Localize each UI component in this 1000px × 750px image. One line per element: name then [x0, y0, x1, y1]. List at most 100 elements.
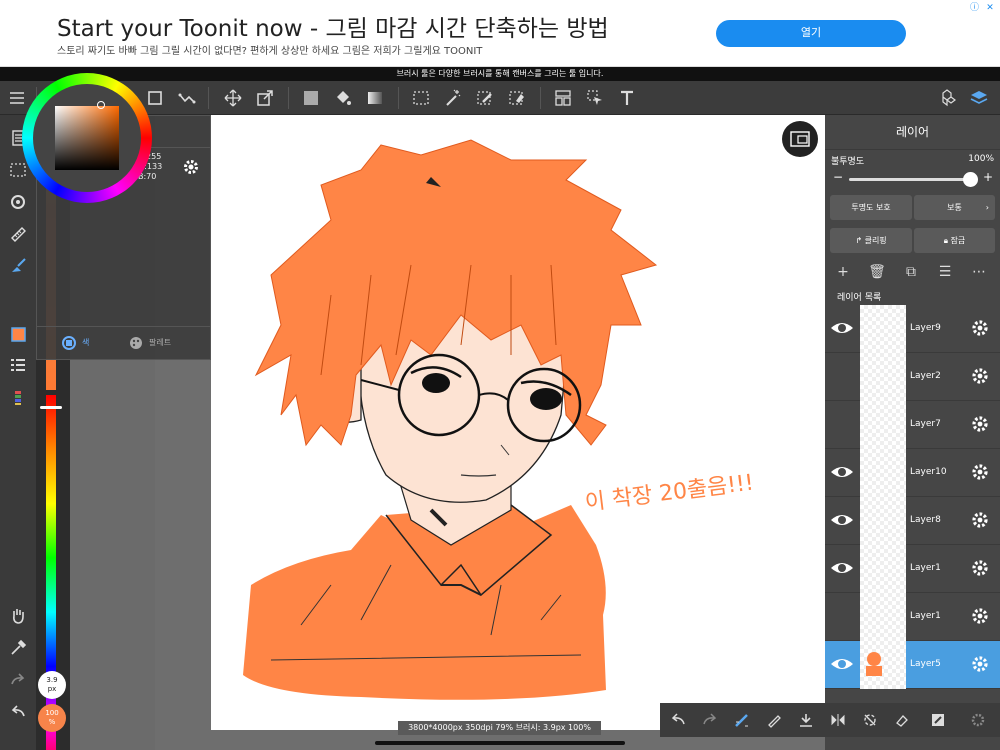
rotate-icon[interactable] — [854, 703, 886, 737]
layer-opacity-knob[interactable] — [963, 172, 978, 187]
add-layer-icon[interactable]: + — [831, 262, 855, 282]
select-icon[interactable] — [406, 81, 436, 115]
layer-row[interactable]: Layer10 — [825, 449, 1000, 497]
undo-icon[interactable] — [662, 703, 694, 737]
drawing-canvas[interactable]: 이 착장 20출음!!! — [211, 115, 825, 730]
tab-color-label: 색 — [82, 338, 90, 347]
layer-thumbnail[interactable] — [860, 497, 906, 545]
select-pen-icon[interactable] — [470, 81, 500, 115]
ad-open-button[interactable]: 열기 — [716, 20, 906, 47]
hue-slider-thumb[interactable] — [40, 406, 62, 409]
layers-icon[interactable] — [964, 81, 994, 115]
tab-color[interactable]: 색 — [62, 332, 112, 354]
brush-list-icon[interactable] — [0, 351, 36, 381]
pointer-icon[interactable] — [580, 81, 610, 115]
flip-icon[interactable] — [822, 703, 854, 737]
color-panel-divider — [37, 326, 210, 327]
hand-icon[interactable] — [0, 601, 36, 631]
move-icon[interactable] — [218, 81, 248, 115]
tab-palette[interactable]: 팔레트 — [129, 332, 199, 354]
saturation-value-square[interactable] — [55, 106, 119, 170]
color-swatch-icon[interactable] — [0, 319, 36, 349]
gear-icon[interactable] — [970, 510, 990, 530]
opacity-minus-button[interactable]: − — [833, 170, 843, 184]
transform-icon[interactable] — [250, 81, 280, 115]
gear-icon[interactable] — [970, 318, 990, 338]
eye-icon[interactable] — [830, 319, 854, 337]
redo-icon[interactable] — [694, 703, 726, 737]
layer-list-icon[interactable]: ☰ — [933, 262, 957, 282]
duplicate-layer-icon[interactable]: ⧉ — [899, 262, 923, 282]
ad-close-icon[interactable]: ✕ — [984, 2, 996, 14]
sv-picker-dot[interactable] — [97, 101, 105, 109]
lock-button[interactable]: 🔒︎ 잠금 — [914, 228, 995, 253]
brush-opacity-badge[interactable]: 100% — [38, 704, 66, 732]
layer-row[interactable]: Layer8 — [825, 497, 1000, 545]
text-icon[interactable] — [612, 81, 642, 115]
eraser-icon[interactable] — [886, 703, 918, 737]
more-icon[interactable]: ⋯ — [967, 262, 991, 282]
layer-thumbnail[interactable] — [860, 641, 906, 689]
layer-thumbnail[interactable] — [860, 305, 906, 353]
material-icon[interactable] — [932, 81, 962, 115]
layer-list-label: 레이어 목록 — [837, 293, 882, 303]
layer-thumbnail[interactable] — [860, 401, 906, 449]
ad-title: Start your Toonit now - 그림 마감 시간 단축하는 방법 — [57, 16, 609, 42]
snap-icon[interactable] — [0, 187, 36, 217]
layer-thumbnail[interactable] — [860, 353, 906, 401]
eyedropper-icon[interactable] — [0, 633, 36, 663]
eye-icon[interactable] — [830, 463, 854, 481]
pencil-icon[interactable] — [758, 703, 790, 737]
layer-row[interactable]: Layer7 — [825, 401, 1000, 449]
gear-icon[interactable] — [182, 158, 200, 176]
magic-wand-icon[interactable] — [438, 81, 468, 115]
settings-icon[interactable] — [962, 703, 994, 737]
paint-brush-icon[interactable] — [0, 251, 36, 281]
layer-row[interactable]: Layer2 — [825, 353, 1000, 401]
layer-name: Layer2 — [910, 371, 941, 381]
fullscreen-button[interactable] — [782, 121, 818, 157]
fill-rect-icon[interactable] — [296, 81, 326, 115]
gear-icon[interactable] — [970, 606, 990, 626]
ruler-icon[interactable] — [0, 219, 36, 249]
toolbar-divider — [398, 87, 399, 109]
eye-icon[interactable] — [830, 655, 854, 673]
redo-icon[interactable] — [0, 665, 36, 695]
gear-icon[interactable] — [970, 654, 990, 674]
eye-icon[interactable] — [830, 559, 854, 577]
opacity-plus-button[interactable]: + — [983, 170, 993, 184]
gear-icon[interactable] — [970, 558, 990, 578]
select-eraser-icon[interactable] — [502, 81, 532, 115]
ad-info-icon[interactable]: ⓘ — [970, 2, 980, 14]
eye-icon[interactable] — [830, 511, 854, 529]
tab-palette-label: 팔레트 — [149, 338, 172, 347]
download-icon[interactable] — [790, 703, 822, 737]
trash-icon[interactable]: 🗑︎ — [865, 262, 889, 282]
correction-icon[interactable] — [172, 81, 202, 115]
palette-strip-icon[interactable] — [0, 383, 36, 413]
layer-panel: 레이어 불투명도 100% − + 투명도 보호 보통 › ↱ 클리핑 🔒︎ 잠… — [825, 115, 1000, 750]
brush-settings-icon[interactable] — [726, 703, 758, 737]
gear-icon[interactable] — [970, 414, 990, 434]
layer-thumbnail[interactable] — [860, 593, 906, 641]
bucket-icon[interactable] — [328, 81, 358, 115]
frame-icon[interactable] — [548, 81, 578, 115]
layer-row[interactable]: Layer1 — [825, 593, 1000, 641]
reference-icon[interactable] — [922, 703, 954, 737]
ad-banner[interactable]: Start your Toonit now - 그림 마감 시간 단축하는 방법… — [0, 0, 1000, 67]
layer-thumbnail[interactable] — [860, 545, 906, 593]
clipping-button[interactable]: ↱ 클리핑 — [830, 228, 912, 253]
gear-icon[interactable] — [970, 462, 990, 482]
layer-thumbnail[interactable] — [860, 449, 906, 497]
gear-icon[interactable] — [970, 366, 990, 386]
layer-opacity-slider[interactable] — [849, 178, 973, 181]
layer-row[interactable]: Layer9 — [825, 305, 1000, 353]
blend-mode-button[interactable]: 보통 › — [914, 195, 995, 220]
artwork: 이 착장 20출음!!! — [243, 139, 755, 700]
protect-alpha-button[interactable]: 투명도 보호 — [830, 195, 912, 220]
gradient-icon[interactable] — [360, 81, 390, 115]
layer-row[interactable]: Layer1 — [825, 545, 1000, 593]
layer-row[interactable]: Layer5 — [825, 641, 1000, 689]
brush-size-badge[interactable]: 3.9 px — [38, 671, 66, 699]
undo-icon[interactable] — [0, 697, 36, 727]
